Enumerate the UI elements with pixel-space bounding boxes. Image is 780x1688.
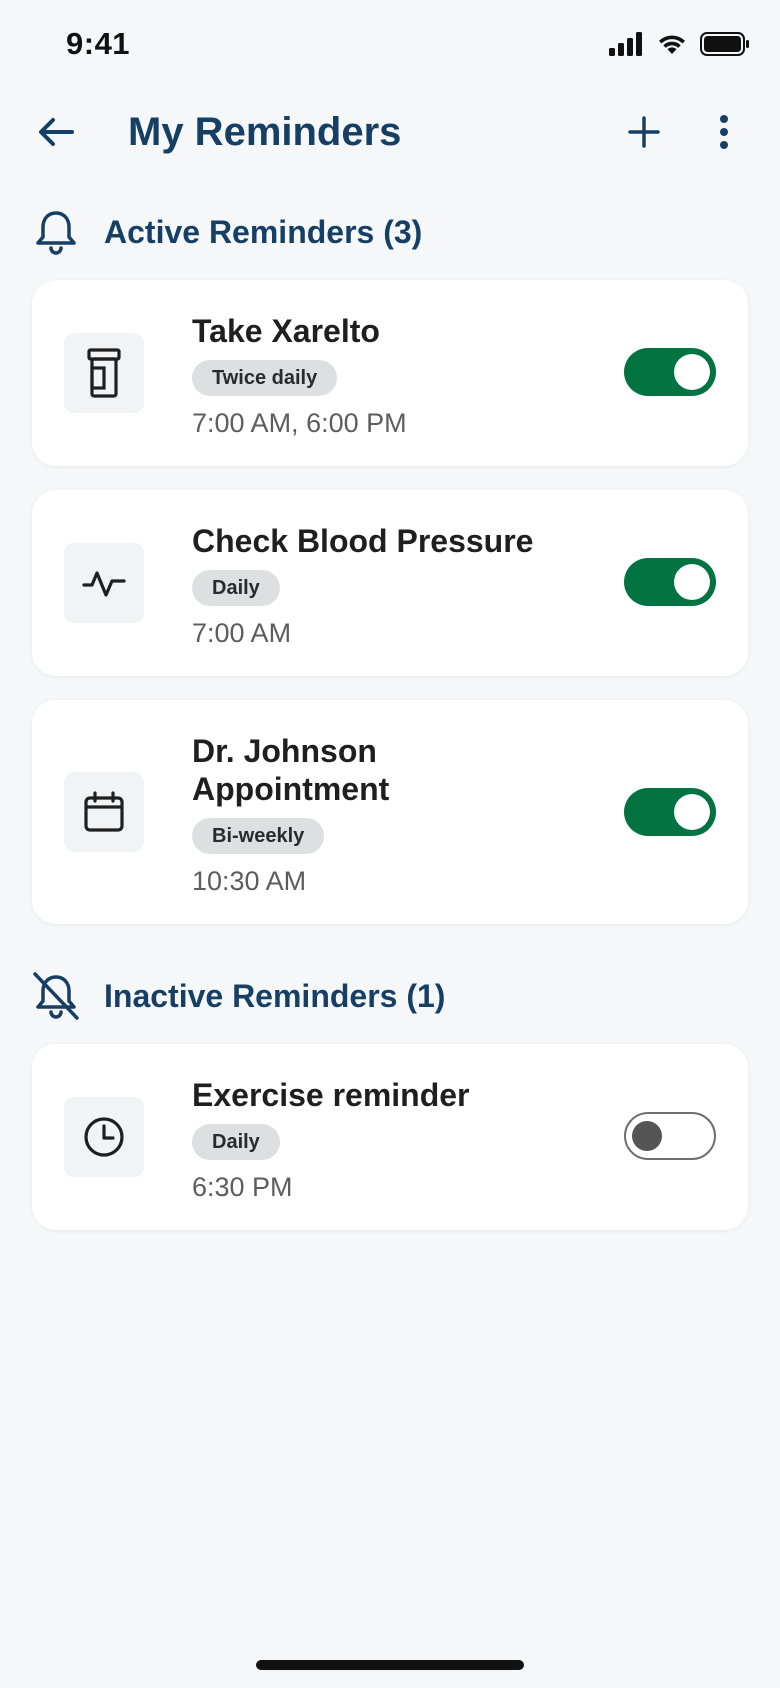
reminder-card-dr-johnson-appointment[interactable]: Dr. Johnson Appointment Bi-weekly 10:30 … <box>32 700 748 924</box>
reminder-time: 7:00 AM, 6:00 PM <box>192 408 407 438</box>
reminder-title: Take Xarelto <box>192 313 380 349</box>
status-icons <box>608 32 750 56</box>
status-bar: 9:41 <box>0 0 780 90</box>
home-indicator <box>256 1660 524 1670</box>
reminder-toggle[interactable] <box>624 788 716 836</box>
bell-off-icon <box>32 972 80 1020</box>
inactive-reminders-header: Inactive Reminders (1) <box>32 968 445 1024</box>
add-reminder-button[interactable] <box>618 106 670 158</box>
arrow-left-icon <box>39 118 74 146</box>
reminder-time: 6:30 PM <box>192 1172 293 1202</box>
status-time: 9:41 <box>66 26 131 61</box>
plus-icon <box>628 116 660 148</box>
reminder-details: Take Xarelto Twice daily 7:00 AM, 6:00 P… <box>192 312 592 439</box>
reminder-time: 10:30 AM <box>192 866 307 896</box>
wifi-icon <box>659 35 685 54</box>
page-title: My Reminders <box>128 110 402 154</box>
frequency-badge: Twice daily <box>192 360 338 396</box>
section-title-inactive: Inactive Reminders (1) <box>104 977 446 1014</box>
frequency-badge: Daily <box>192 570 280 606</box>
reminder-title: Check Blood Pressure <box>192 523 534 559</box>
battery-icon <box>700 32 749 56</box>
toggle-knob <box>674 564 710 600</box>
more-options-button[interactable] <box>698 106 750 158</box>
reminder-card-check-blood-pressure[interactable]: Check Blood Pressure Daily 7:00 AM <box>32 490 748 676</box>
more-vertical-icon <box>720 115 728 149</box>
reminder-toggle[interactable] <box>624 348 716 396</box>
reminder-card-exercise-reminder[interactable]: Exercise reminder Daily 6:30 PM <box>32 1044 748 1230</box>
cellular-signal-icon <box>609 32 642 56</box>
reminder-card-take-xarelto[interactable]: Take Xarelto Twice daily 7:00 AM, 6:00 P… <box>32 280 748 466</box>
active-reminders-header: Active Reminders (3) <box>32 204 422 260</box>
reminder-toggle[interactable] <box>624 1112 716 1160</box>
reminder-details: Dr. Johnson Appointment Bi-weekly 10:30 … <box>192 732 482 897</box>
reminder-details: Exercise reminder Daily 6:30 PM <box>192 1076 592 1203</box>
heart-pulse-icon <box>64 543 144 623</box>
reminder-title: Exercise reminder <box>192 1077 470 1113</box>
bell-icon <box>32 208 80 256</box>
frequency-badge: Bi-weekly <box>192 818 325 854</box>
section-title-active: Active Reminders (3) <box>104 213 423 250</box>
toggle-knob <box>674 794 710 830</box>
frequency-badge: Daily <box>192 1124 280 1160</box>
reminder-time: 7:00 AM <box>192 618 292 648</box>
back-button[interactable] <box>30 106 82 158</box>
pill-bottle-icon <box>64 333 144 413</box>
toggle-knob <box>632 1121 662 1151</box>
reminder-title: Dr. Johnson Appointment <box>192 733 390 807</box>
clock-icon <box>64 1097 144 1177</box>
calendar-icon <box>64 772 144 852</box>
reminder-toggle[interactable] <box>624 558 716 606</box>
reminder-details: Check Blood Pressure Daily 7:00 AM <box>192 522 592 649</box>
toggle-knob <box>674 354 710 390</box>
app-bar: My Reminders <box>0 92 780 172</box>
